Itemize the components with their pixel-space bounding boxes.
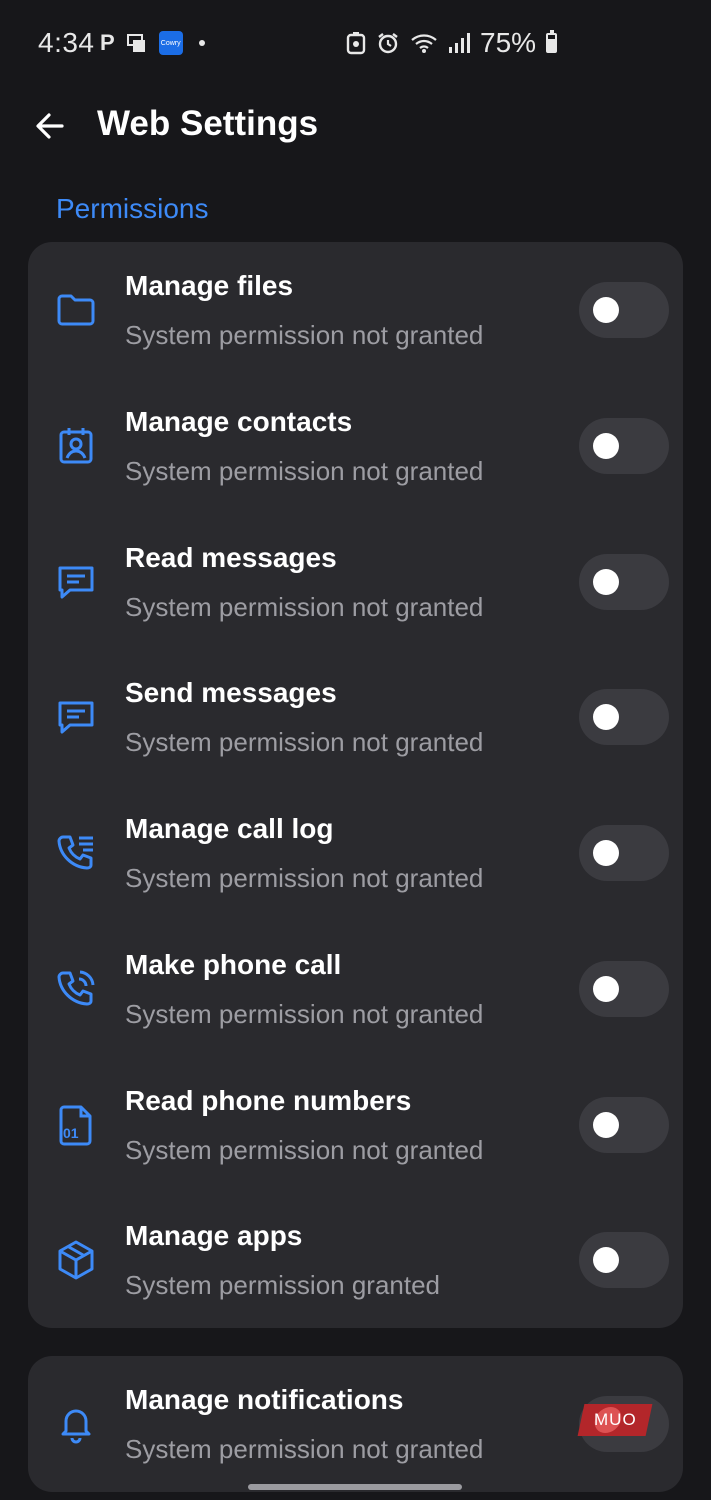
toggle-knob — [593, 1111, 619, 1138]
package-icon — [54, 1238, 98, 1282]
permission-toggle[interactable] — [579, 689, 669, 746]
page-title: Web Settings — [97, 104, 319, 143]
notification-icons: P Cowry — [100, 30, 205, 56]
toggle-knob — [593, 840, 619, 866]
toggle-knob — [593, 1247, 619, 1274]
phone-call-icon — [54, 967, 98, 1011]
permission-title: Manage notifications — [125, 1384, 404, 1415]
wifi-icon — [411, 34, 437, 53]
battery-icon — [546, 30, 558, 53]
permission-toggle[interactable] — [579, 282, 669, 338]
back-button[interactable] — [28, 104, 72, 148]
permission-row-notifications[interactable]: Manage notifications System permission n… — [28, 1356, 683, 1492]
permission-toggle[interactable] — [579, 960, 669, 1017]
permission-row[interactable]: Manage files System permission not grante… — [28, 242, 683, 378]
permission-status: System permission not granted — [125, 998, 484, 1029]
permission-toggle[interactable]: MUO — [577, 1396, 669, 1452]
more-notifications-dot — [198, 40, 205, 46]
permission-status: System permission not granted — [125, 1434, 484, 1464]
permission-row[interactable]: Make phone call System permission not gra… — [28, 921, 683, 1057]
permission-row[interactable]: 01 Read phone numbers System permission no… — [28, 1057, 683, 1193]
system-icons: 75% — [346, 27, 558, 59]
arrow-left-icon — [36, 113, 64, 139]
permission-status: System permission granted — [125, 1270, 441, 1301]
permission-title: Send messages — [125, 677, 337, 709]
section-title-permissions: Permissions — [56, 193, 209, 224]
permission-title: Manage files — [125, 270, 294, 301]
permission-row[interactable]: Send messages System permission not grant… — [28, 649, 683, 785]
device-icon — [126, 34, 145, 52]
permission-toggle[interactable] — [579, 1232, 669, 1289]
permission-title: Manage call log — [125, 813, 334, 844]
contact-icon — [54, 424, 98, 468]
permission-title: Read phone numbers — [125, 1084, 412, 1116]
permission-title: Read messages — [125, 541, 337, 573]
message-icon — [54, 695, 98, 739]
cowry-app-icon: Cowry — [158, 31, 183, 55]
notifications-card: Manage notifications System permission n… — [28, 1356, 683, 1492]
alarm-icon — [378, 33, 398, 54]
permissions-card: Manage files System permission not grante… — [28, 242, 683, 1328]
bell-icon — [54, 1402, 98, 1446]
call-log-icon — [54, 831, 98, 875]
parking-icon: P — [100, 30, 115, 55]
home-indicator[interactable] — [248, 1484, 462, 1490]
signal-icon — [449, 33, 470, 53]
folder-icon — [54, 288, 98, 332]
toggle-knob — [593, 432, 619, 459]
toggle-knob — [593, 297, 619, 323]
permission-row[interactable]: Read messages System permission not grant… — [28, 514, 683, 650]
permission-title: Make phone call — [125, 948, 342, 980]
permission-status: System permission not granted — [125, 455, 484, 486]
battery-percent: 75% — [480, 27, 537, 58]
permission-toggle[interactable] — [579, 553, 669, 610]
permission-row[interactable]: Manage apps System permission granted — [28, 1192, 683, 1328]
svg-text:01: 01 — [63, 1125, 79, 1141]
permission-toggle[interactable] — [579, 825, 669, 881]
permission-status: System permission not granted — [125, 863, 484, 893]
permission-toggle[interactable] — [579, 1096, 669, 1153]
permission-row[interactable]: Manage call log System permission not gra… — [28, 785, 683, 921]
permission-toggle[interactable] — [579, 417, 669, 474]
permission-title: Manage contacts — [125, 405, 353, 437]
phone-number-file-icon: 01 — [54, 1103, 98, 1147]
toggle-knob — [593, 568, 619, 595]
toggle-knob — [593, 975, 619, 1002]
permission-title: Manage apps — [125, 1220, 303, 1252]
toggle-knob — [593, 704, 619, 731]
permission-row[interactable]: Manage contacts System permission not gra… — [28, 378, 683, 514]
data-saver-icon — [346, 32, 366, 55]
status-time: 4:34 — [38, 27, 95, 58]
muo-watermark: MUO — [577, 1404, 653, 1436]
permission-status: System permission not granted — [125, 320, 484, 350]
status-bar: 4:34 P Cowry 75% — [0, 0, 711, 86]
permission-status: System permission not granted — [125, 727, 484, 758]
permission-status: System permission not granted — [125, 1134, 484, 1165]
permission-status: System permission not granted — [125, 591, 484, 622]
message-icon — [54, 560, 98, 604]
